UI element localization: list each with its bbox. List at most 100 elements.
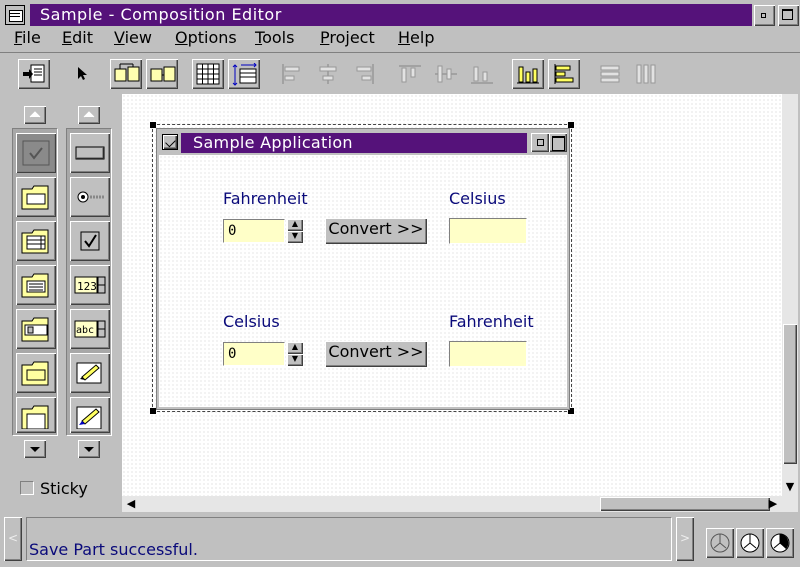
category-notebook[interactable]	[16, 265, 56, 305]
match-width-button[interactable]	[512, 59, 544, 89]
show-grid-button[interactable]	[192, 59, 224, 89]
fahrenheit-spin-field[interactable]: 0	[223, 219, 285, 243]
connection-button[interactable]	[110, 59, 142, 89]
category-scroll-up-button[interactable]	[24, 106, 46, 124]
spin-down-icon[interactable]: ▼	[287, 231, 303, 243]
convert-to-fahrenheit-button[interactable]: Convert >>	[325, 341, 427, 367]
resize-handle-top-right[interactable]	[568, 122, 574, 128]
horizontal-scrollbar[interactable]: ◀ ▶	[122, 496, 798, 512]
part-push-button[interactable]	[70, 133, 110, 173]
distribute-horizontally-button[interactable]	[594, 59, 626, 89]
scroll-right-icon[interactable]: ▶	[766, 497, 780, 511]
part-radio-button[interactable]	[70, 177, 110, 217]
part-check-box[interactable]	[70, 221, 110, 261]
sample-window-selection[interactable]: Sample Application Fahrenheit Celsius 0 …	[150, 122, 574, 414]
browse-connections-icon	[150, 66, 176, 82]
sample-title-bar[interactable]: Sample Application	[159, 131, 567, 155]
gauge-button-3[interactable]	[766, 528, 794, 558]
status-scroll-right-button[interactable]: >	[676, 517, 694, 561]
chevron-right-icon: >	[679, 531, 691, 545]
snap-to-grid-button[interactable]	[228, 59, 260, 89]
push-button-icon	[75, 146, 105, 160]
category-canvas[interactable]	[16, 353, 56, 393]
resize-handle-bottom-left[interactable]	[150, 408, 156, 414]
sample-maximize-button[interactable]	[549, 133, 567, 152]
scroll-left-icon[interactable]: ◀	[124, 497, 138, 511]
horizontal-scroll-thumb[interactable]	[600, 497, 770, 511]
parts-scroll-down-button[interactable]	[78, 440, 100, 458]
fahrenheit-input-label: Fahrenheit	[223, 189, 308, 208]
category-scroll-down-button[interactable]	[24, 440, 46, 458]
gauge-button-2[interactable]	[736, 528, 764, 558]
align-middle-button[interactable]	[430, 59, 462, 89]
category-combo-parts[interactable]	[16, 309, 56, 349]
sample-application-window[interactable]: Sample Application Fahrenheit Celsius 0 …	[157, 129, 569, 409]
menu-file[interactable]: File	[14, 28, 41, 47]
menu-options[interactable]: Options	[175, 28, 237, 47]
other-parts-icon	[21, 405, 49, 429]
spin-up-icon[interactable]: ▲	[287, 219, 303, 231]
match-height-button[interactable]	[548, 59, 580, 89]
list-parts-icon	[21, 229, 49, 254]
menu-help[interactable]: Help	[398, 28, 434, 47]
part-entry-field[interactable]	[70, 353, 110, 393]
notebook-icon	[21, 273, 49, 298]
resize-handle-top-left[interactable]	[150, 122, 156, 128]
align-bottom-button[interactable]	[466, 59, 498, 89]
title-bar[interactable]: Sample - Composition Editor	[0, 0, 800, 28]
toolbar	[0, 52, 800, 92]
selection-tool-button[interactable]	[64, 59, 96, 89]
category-list-parts[interactable]	[16, 221, 56, 261]
browse-connections-button[interactable]	[146, 59, 178, 89]
part-multiline-edit[interactable]	[70, 397, 110, 433]
part-text-spin-button[interactable]: abc	[70, 309, 110, 349]
sample-title-caption: Sample Application	[181, 133, 527, 153]
category-other-parts[interactable]	[16, 397, 56, 433]
system-menu-icon[interactable]	[5, 5, 25, 25]
gauge-button-1[interactable]	[706, 528, 734, 558]
align-center-button[interactable]	[312, 59, 344, 89]
spin-up-icon[interactable]: ▲	[287, 342, 303, 354]
align-left-icon	[282, 64, 300, 84]
maximize-button[interactable]	[778, 5, 799, 26]
spin-down-icon[interactable]: ▼	[287, 354, 303, 366]
chevron-up-icon	[83, 111, 95, 118]
align-center-icon	[319, 64, 337, 84]
category-selected[interactable]	[16, 133, 56, 173]
align-right-button[interactable]	[348, 59, 380, 89]
fahrenheit-result-field	[449, 341, 527, 367]
fahrenheit-spin-buttons: ▲ ▼	[287, 219, 303, 243]
status-scroll-left-button[interactable]: <	[4, 517, 22, 561]
vertical-scrollbar[interactable]: ▼	[782, 94, 798, 496]
selected-category-icon	[22, 140, 50, 166]
part-numeric-spin-button[interactable]: 123	[70, 265, 110, 305]
gauge-icon	[710, 533, 730, 553]
save-part-button[interactable]	[18, 59, 50, 89]
menu-project[interactable]: Project	[320, 28, 375, 47]
window-title: Sample - Composition Editor	[40, 5, 282, 24]
menu-tools[interactable]: Tools	[255, 28, 294, 47]
free-form-surface[interactable]: Sample Application Fahrenheit Celsius 0 …	[122, 94, 782, 496]
sticky-checkbox-box[interactable]	[20, 481, 34, 495]
distribute-vertically-button[interactable]	[630, 59, 662, 89]
category-frame-window[interactable]	[16, 177, 56, 217]
sample-system-menu-icon[interactable]	[162, 134, 178, 150]
align-middle-icon	[435, 65, 457, 83]
vertical-scroll-thumb[interactable]	[783, 324, 797, 464]
convert-to-celsius-button[interactable]: Convert >>	[325, 218, 427, 244]
align-left-button[interactable]	[276, 59, 308, 89]
pie-gauge-icon	[740, 533, 760, 553]
minimize-button[interactable]	[754, 5, 775, 26]
sample-minimize-button[interactable]	[531, 133, 549, 152]
menu-edit[interactable]: Edit	[62, 28, 93, 47]
sticky-checkbox[interactable]: Sticky	[20, 478, 88, 498]
grid-icon	[196, 63, 220, 85]
chevron-up-icon	[29, 111, 41, 118]
celsius-spin-field[interactable]: 0	[223, 342, 285, 366]
menu-view[interactable]: View	[114, 28, 152, 47]
align-top-button[interactable]	[394, 59, 426, 89]
chevron-down-icon	[84, 447, 94, 452]
parts-scroll-up-button[interactable]	[78, 106, 100, 124]
scroll-down-icon[interactable]: ▼	[783, 480, 797, 494]
save-part-icon	[23, 64, 45, 83]
